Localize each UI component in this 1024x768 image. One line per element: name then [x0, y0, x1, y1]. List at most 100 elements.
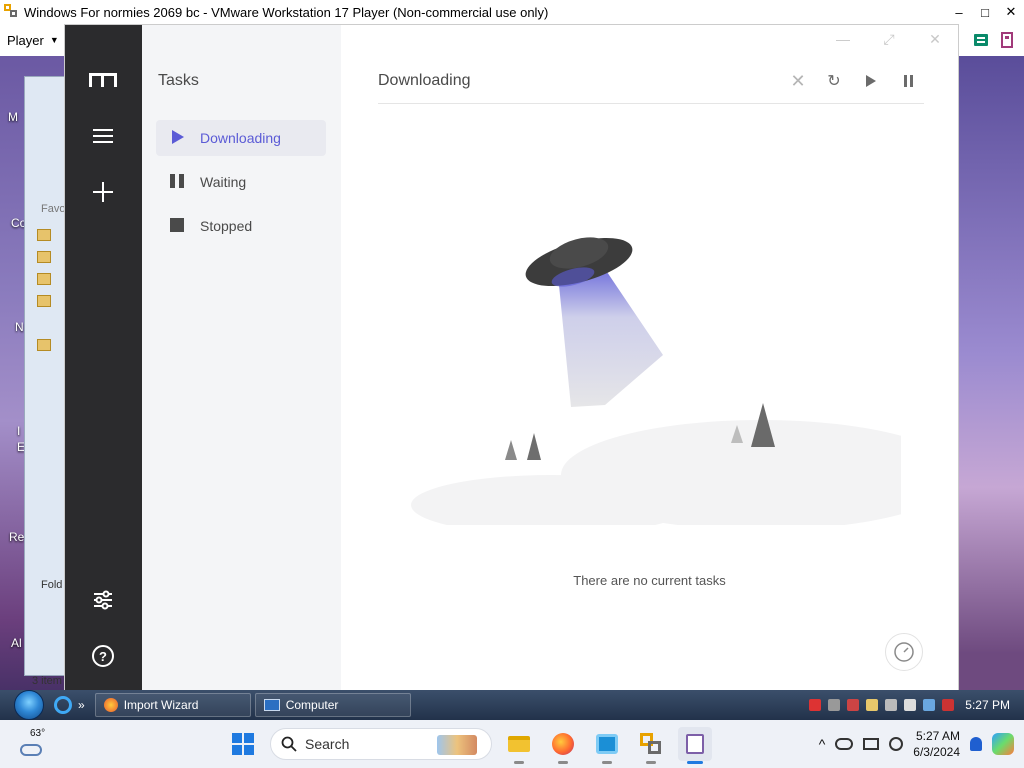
speedometer-icon[interactable]	[885, 633, 923, 671]
main-panel: — ⤢ ✕ Downloading ✕ ↻ There are no curre…	[341, 25, 958, 695]
taskbar-item-label: Import Wizard	[123, 698, 199, 712]
firefox-icon	[103, 698, 118, 712]
vmware-titlebar: Windows For normies 2069 bc - VMware Wor…	[0, 0, 1024, 24]
sidebar-item-waiting[interactable]: Waiting	[156, 164, 326, 200]
empty-state-text: There are no current tasks	[573, 573, 726, 588]
tray-app-icon[interactable]	[866, 699, 879, 711]
network-icon[interactable]	[923, 699, 936, 711]
preferences-icon[interactable]	[88, 585, 118, 615]
tasks-sidebar: Tasks Downloading Waiting Stopped	[142, 25, 341, 695]
motrix-window: ? Tasks Downloading Waiting Stopped — ⤢ …	[65, 25, 958, 695]
header-divider	[378, 103, 924, 104]
folder-icon[interactable]	[37, 295, 51, 307]
chevron-up-icon[interactable]: ^	[819, 736, 826, 752]
toolbar-right	[972, 24, 1024, 56]
windows-start-button[interactable]	[226, 727, 260, 761]
volume-icon[interactable]	[942, 699, 955, 711]
desktop-icon-label[interactable]: N	[15, 320, 24, 334]
sidebar-item-stopped[interactable]: Stopped	[156, 208, 326, 244]
taskbar-item-computer[interactable]: Computer	[254, 693, 411, 717]
notepad-icon[interactable]	[678, 727, 712, 764]
display-icon[interactable]	[863, 738, 880, 750]
search-highlight-image	[437, 735, 477, 755]
pause-all-button[interactable]	[896, 69, 920, 93]
onedrive-icon[interactable]	[835, 738, 854, 750]
file-explorer-icon[interactable]	[502, 727, 536, 764]
desktop-icon-label[interactable]: Re	[9, 530, 24, 544]
unity-icon[interactable]	[972, 31, 990, 49]
minimize-button[interactable]: –	[946, 0, 972, 24]
desktop-icon-label[interactable]: Al	[11, 636, 22, 650]
close-button[interactable]: ✕	[998, 0, 1024, 24]
play-icon	[170, 130, 186, 146]
network-icon[interactable]	[889, 737, 904, 751]
photos-icon[interactable]	[590, 727, 624, 764]
add-task-icon[interactable]	[88, 177, 118, 207]
refresh-button[interactable]: ↻	[822, 69, 846, 93]
notification-bell-icon[interactable]	[970, 737, 982, 751]
app-window-controls: — ⤢ ✕	[830, 31, 948, 48]
folder-icon[interactable]	[37, 273, 51, 285]
maximize-button[interactable]: □	[972, 0, 998, 24]
wifi-icon[interactable]	[904, 699, 917, 711]
pause-icon	[903, 75, 913, 87]
page-title: Downloading	[378, 72, 471, 89]
sidebar-item-label: Stopped	[200, 218, 253, 234]
tray-app-icon[interactable]	[885, 699, 898, 711]
app-logo-icon	[88, 65, 118, 95]
devices-icon[interactable]	[998, 31, 1016, 49]
explorer-window[interactable]: Favo Fold 3 item	[24, 76, 68, 687]
vmware-icon[interactable]	[634, 727, 668, 764]
taskbar-item-import-wizard[interactable]: Import Wizard	[94, 693, 251, 717]
folder-icon[interactable]	[37, 229, 51, 241]
player-menu[interactable]: Player ▼	[7, 33, 59, 48]
guest-taskbar: » Import Wizard Computer 5:27 PM	[0, 690, 1024, 720]
window-title: Windows For normies 2069 bc - VMware Wor…	[24, 4, 549, 20]
explorer-status: 3 item	[32, 675, 62, 687]
security-icon[interactable]	[809, 699, 822, 711]
taskbar-search[interactable]: Search	[270, 728, 492, 760]
weather-widget[interactable]: 63°	[16, 726, 56, 762]
resume-all-button[interactable]	[859, 69, 883, 93]
desktop-wallpaper-right	[958, 56, 1024, 720]
menu-icon[interactable]	[88, 121, 118, 151]
host-clock[interactable]: 5:27 AM 6/3/2024	[913, 728, 960, 760]
flag-icon[interactable]	[847, 699, 860, 711]
help-icon[interactable]: ?	[88, 641, 118, 671]
host-taskbar: 63° Search ^ 5:27 AM 6/3/2024	[0, 720, 1024, 768]
sidebar-item-downloading[interactable]: Downloading	[156, 120, 326, 156]
weather-temp: 63°	[30, 728, 46, 739]
sidebar-item-label: Waiting	[200, 174, 247, 190]
clock-time: 5:27 AM	[915, 729, 960, 743]
pause-icon	[170, 174, 186, 190]
player-menu-label: Player	[7, 32, 44, 48]
more-icon[interactable]: »	[78, 698, 85, 712]
firefox-icon[interactable]	[546, 727, 580, 764]
windows-logo-icon	[232, 733, 254, 755]
empty-state-illustration	[411, 237, 901, 525]
play-icon	[866, 75, 876, 87]
folder-icon[interactable]	[37, 339, 51, 351]
explorer-nav-label: Favo	[41, 203, 66, 215]
start-button[interactable]	[14, 690, 44, 720]
delete-task-button[interactable]: ✕	[786, 69, 810, 93]
explorer-folders-label: Fold	[41, 579, 63, 591]
app-maximize-button[interactable]: ⤢	[876, 31, 902, 48]
search-icon	[281, 736, 297, 752]
app-minimize-button[interactable]: —	[830, 31, 856, 48]
chevron-down-icon: ▼	[49, 35, 59, 45]
search-placeholder: Search	[305, 736, 350, 752]
guest-clock[interactable]: 5:27 PM	[965, 698, 1010, 712]
app-close-button[interactable]: ✕	[922, 31, 948, 48]
guest-system-tray: 5:27 PM	[809, 690, 1010, 720]
clock-date: 6/3/2024	[913, 745, 960, 759]
ie-icon[interactable]	[54, 696, 72, 714]
sidebar-item-label: Downloading	[200, 130, 281, 146]
keyboard-icon[interactable]	[828, 699, 841, 711]
desktop-icon-label[interactable]: I	[17, 424, 20, 438]
nav-rail: ?	[65, 25, 142, 695]
folder-icon[interactable]	[37, 251, 51, 263]
desktop-icon-label[interactable]: M	[8, 110, 18, 124]
computer-icon	[263, 699, 280, 711]
copilot-icon[interactable]	[992, 733, 1014, 755]
